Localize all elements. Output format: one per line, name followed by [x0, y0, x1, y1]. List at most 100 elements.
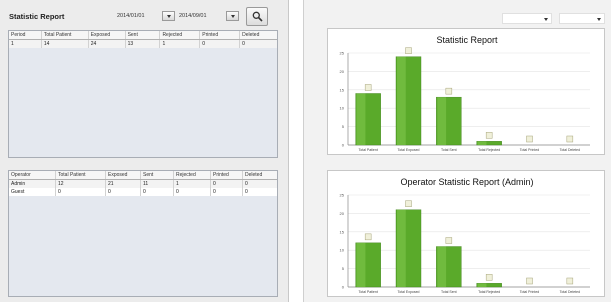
operator-statistics-table: Operator Total Patient Exposed Sent Rejected… — [8, 170, 278, 297]
bar-highlight — [477, 283, 487, 287]
search-button[interactable] — [246, 7, 268, 26]
operator-statistic-chart: Operator Statistic Report (Admin) 0 5 10 15 2… — [327, 170, 605, 297]
period-table-column-header[interactable]: Deleted — [240, 31, 277, 39]
data-label-marker — [526, 277, 533, 285]
y-tick-label: 15 — [340, 229, 345, 234]
table-cell: 0 — [211, 188, 243, 196]
x-tick-label: Total Sent — [441, 290, 457, 294]
x-tick-label: Total Exposed — [398, 290, 420, 294]
chart-panel: Statistic Report 0 5 10 15 20 25 Total Patient T… — [303, 0, 611, 302]
data-label-marker — [566, 277, 574, 285]
x-tick-label: Total Patient — [359, 290, 378, 294]
end-date-picker-button[interactable] — [226, 11, 239, 21]
y-tick-label: 25 — [340, 51, 345, 56]
period-table-column-header[interactable]: Period — [9, 31, 42, 39]
x-tick-label: Total Sent — [441, 148, 457, 152]
table-cell: 21 — [106, 180, 141, 188]
start-date-field[interactable]: 2014/01/01 — [117, 13, 145, 19]
table-cell: 0 — [211, 180, 243, 188]
operator-table-column-header[interactable]: Printed — [211, 171, 243, 179]
bar-highlight — [396, 56, 406, 145]
x-tick-label: Total Rejected — [478, 290, 500, 294]
data-label-marker — [405, 200, 412, 207]
data-label-marker — [405, 47, 412, 54]
chevron-down-icon — [544, 18, 548, 21]
table-cell: 1 — [174, 180, 211, 188]
table-cell: 1 — [9, 40, 42, 48]
period-table-column-header[interactable]: Rejected — [160, 31, 201, 39]
y-tick-label: 5 — [342, 266, 345, 271]
period-table-column-header[interactable]: Printed — [200, 31, 241, 39]
table-cell: Admin — [9, 180, 56, 188]
y-tick-label: 15 — [340, 87, 345, 92]
table-row[interactable]: Guest 0 0 0 0 0 0 — [9, 188, 277, 196]
period-table-column-header[interactable]: Total Patient — [42, 31, 89, 39]
x-tick-label: Total Printed — [520, 148, 540, 152]
x-tick-label: Total Patient — [359, 148, 378, 152]
period-statistics-table: Period Total Patient Exposed Sent Rejected Pr… — [8, 30, 278, 158]
operator-table-column-header[interactable]: Exposed — [106, 171, 141, 179]
table-cell: 0 — [245, 189, 248, 195]
operator-table-column-header[interactable]: Rejected — [174, 171, 211, 179]
operator-table-column-header[interactable]: Sent — [141, 171, 174, 179]
table-row[interactable]: 1 14 24 13 1 0 0 — [9, 40, 277, 48]
data-label-marker — [526, 135, 533, 143]
chevron-down-icon — [597, 18, 601, 21]
table-cell: 13 — [126, 40, 161, 48]
table-cell: 0 — [245, 181, 248, 187]
table-cell: 24 — [89, 40, 126, 48]
data-label-marker — [364, 84, 372, 91]
operator-table-column-header[interactable]: Deleted — [243, 171, 277, 179]
table-cell: 0 — [141, 188, 174, 196]
data-label-marker — [566, 135, 574, 143]
period-table-header: Period Total Patient Exposed Sent Rejected Pr… — [9, 31, 277, 40]
chart-filter-dropdown-2[interactable] — [559, 13, 605, 24]
bar-highlight — [356, 242, 366, 287]
x-tick-label: Total Printed — [520, 290, 540, 294]
statistic-report-chart-svg: Statistic Report 0 5 10 15 20 25 Total Patient T… — [340, 35, 590, 152]
data-label-marker — [445, 87, 453, 95]
table-cell: 0 — [56, 188, 106, 196]
y-tick-label: 5 — [342, 124, 345, 129]
bar-highlight — [437, 97, 447, 145]
x-tick-label: Total Deleted — [560, 290, 580, 294]
data-label-marker — [364, 233, 372, 241]
period-table-column-header[interactable]: Exposed — [89, 31, 126, 39]
report-table-panel: Statistic Report 2014/01/01 2014/09/01 P… — [0, 0, 289, 302]
x-tick-label: Total Deleted — [560, 148, 580, 152]
bar-highlight — [356, 93, 366, 145]
table-cell: 12 — [56, 180, 106, 188]
report-title: Statistic Report — [9, 12, 65, 21]
period-table-column-header[interactable]: Sent — [126, 31, 161, 39]
table-cell: 0 — [106, 188, 141, 196]
chart-filter-dropdown-1[interactable] — [502, 13, 552, 24]
bar-highlight — [396, 209, 406, 287]
table-cell: 0 — [200, 40, 241, 48]
y-tick-label: 10 — [340, 248, 345, 253]
data-label-marker — [445, 237, 453, 244]
table-cell: 14 — [42, 40, 89, 48]
chart-title: Operator Statistic Report (Admin) — [400, 177, 533, 187]
table-cell: 0 — [174, 188, 211, 196]
operator-table-header: Operator Total Patient Exposed Sent Rejected… — [9, 171, 277, 180]
end-date-field[interactable]: 2014/09/01 — [179, 13, 207, 19]
operator-table-column-header[interactable]: Total Patient — [56, 171, 106, 179]
statistic-report-screen: Statistic Report 2014/01/01 2014/09/01 P… — [0, 0, 611, 302]
search-icon — [252, 11, 263, 22]
table-cell: 11 — [141, 180, 174, 188]
start-date-picker-button[interactable] — [162, 11, 175, 21]
data-label-marker — [485, 274, 493, 281]
y-tick-label: 0 — [342, 143, 345, 148]
y-tick-label: 20 — [340, 69, 345, 74]
table-cell: 1 — [160, 40, 201, 48]
table-cell: 0 — [242, 41, 245, 47]
y-tick-label: 10 — [340, 106, 345, 111]
bar-highlight — [437, 246, 447, 287]
bar-highlight — [477, 141, 487, 145]
table-cell: Guest — [9, 188, 56, 196]
x-tick-label: Total Exposed — [398, 148, 420, 152]
operator-table-column-header[interactable]: Operator — [9, 171, 56, 179]
data-label-marker — [485, 132, 493, 139]
table-row[interactable]: Admin 12 21 11 1 0 0 — [9, 180, 277, 188]
x-tick-label: Total Rejected — [478, 148, 500, 152]
